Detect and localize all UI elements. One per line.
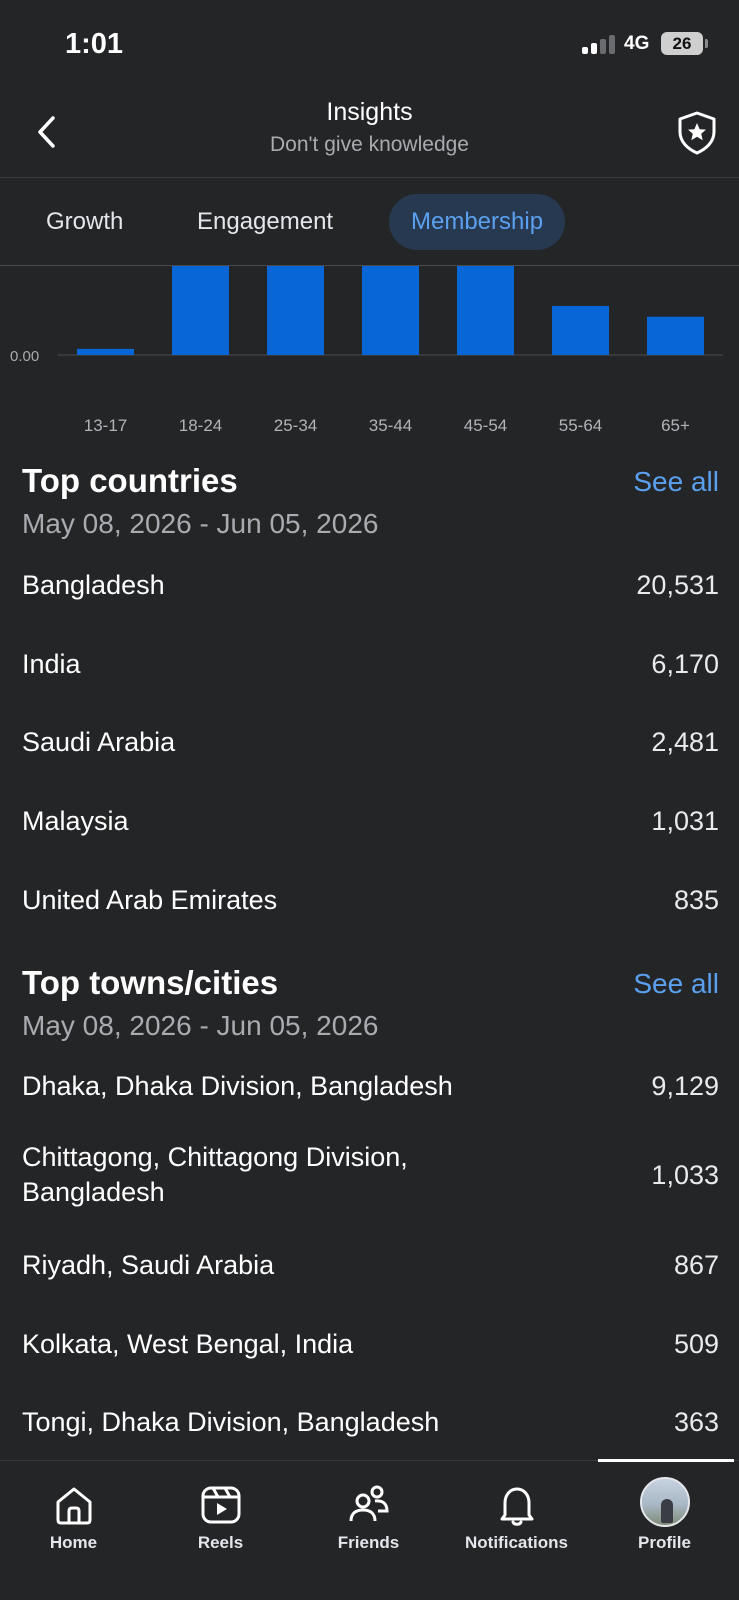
chart-bar-55-64[interactable] (552, 305, 609, 355)
page-header: Insights Don't give knowledge (0, 90, 739, 178)
insights-tabs: Growth Engagement Membership (0, 178, 739, 266)
signal-icon (582, 34, 618, 54)
see-all-cities-link[interactable]: See all (633, 968, 719, 1000)
city-name: Kolkata, West Bengal, India (22, 1329, 354, 1359)
chart-bar-35-44[interactable] (362, 266, 419, 355)
x-tick-label: 45-54 (464, 416, 507, 435)
city-name: Dhaka, Dhaka Division, Bangladesh (22, 1071, 453, 1101)
country-count: 2,481 (651, 727, 719, 757)
section-title: Top towns/cities (22, 964, 279, 1001)
tab-engagement[interactable]: Engagement (175, 194, 355, 250)
x-tick-label: 13-17 (84, 416, 127, 435)
friends-icon (349, 1485, 389, 1522)
city-count: 1,033 (651, 1160, 719, 1190)
bottom-nav: Home Reels Friends Notifications Profile (0, 1459, 739, 1600)
country-name: Bangladesh (22, 570, 165, 600)
y-tick-label: 0.00 (10, 348, 39, 365)
network-type: 4G (624, 33, 650, 54)
date-range: May 08, 2026 - Jun 05, 2026 (22, 508, 379, 539)
nav-label: Friends (337, 1533, 400, 1552)
age-bar-chart: 0.00 13-17 18-24 25-34 35-44 45-54 55-64 65+ (10, 266, 723, 435)
country-count: 20,531 (636, 570, 719, 600)
x-tick-label: 35-44 (369, 416, 412, 435)
country-count: 1,031 (651, 806, 719, 836)
shield-star-icon (678, 111, 716, 155)
city-name: Tongi, Dhaka Division, Bangladesh (22, 1407, 440, 1437)
page-title: Insights (326, 98, 413, 126)
status-time: 1:01 (65, 28, 124, 60)
chart-bar-25-34[interactable] (267, 266, 324, 355)
country-count: 6,170 (651, 649, 719, 679)
chart-bar-18-24[interactable] (172, 266, 229, 355)
status-bar: 1:01 4G 26 (0, 0, 739, 90)
section-title: Top countries (22, 462, 238, 499)
nav-label: Profile (638, 1533, 691, 1552)
nav-friends[interactable]: Friends (295, 1461, 442, 1571)
see-all-countries-link[interactable]: See all (633, 466, 719, 498)
admin-shield-button[interactable] (674, 110, 720, 156)
home-icon (56, 1487, 91, 1525)
nav-profile[interactable]: Profile (591, 1461, 738, 1571)
avatar (639, 1477, 690, 1527)
nav-label: Home (49, 1533, 98, 1552)
tab-growth[interactable]: Growth (24, 194, 145, 250)
x-tick-label: 25-34 (274, 416, 317, 435)
nav-reels[interactable]: Reels (147, 1461, 294, 1571)
date-range: May 08, 2026 - Jun 05, 2026 (22, 1010, 379, 1041)
city-row: Chittagong, Chittagong Division, Banglad… (22, 1140, 719, 1212)
chart-bar-45-54[interactable] (457, 266, 514, 355)
nav-home[interactable]: Home (0, 1461, 147, 1571)
city-count: 867 (673, 1250, 719, 1280)
country-name: United Arab Emirates (22, 885, 278, 915)
top-countries-header: Top countries See all May 08, 2026 - Jun… (22, 462, 719, 542)
tab-membership[interactable]: Membership (389, 194, 566, 250)
country-name: Saudi Arabia (22, 727, 176, 757)
country-name: Malaysia (22, 806, 129, 836)
chart-bar-13-17[interactable] (77, 348, 134, 355)
city-count: 509 (673, 1329, 719, 1359)
battery-tip (705, 39, 708, 48)
city-name: Chittagong, Chittagong Division, Banglad… (22, 1142, 408, 1207)
nav-label: Reels (197, 1533, 244, 1552)
x-tick-label: 18-24 (179, 416, 222, 435)
x-tick-label: 55-64 (559, 416, 602, 435)
battery-icon: 26 (661, 32, 703, 55)
city-count: 9,129 (651, 1071, 719, 1101)
x-tick-label: 65+ (661, 416, 690, 435)
reels-icon (201, 1486, 240, 1524)
nav-notifications[interactable]: Notifications (443, 1461, 590, 1571)
bell-icon (500, 1487, 533, 1526)
age-chart: 0.00 13-17 18-24 25-34 35-44 45-54 55-64 65+ (0, 266, 739, 446)
country-name: India (22, 649, 81, 679)
city-count: 363 (673, 1407, 719, 1437)
chart-bar-65+[interactable] (647, 316, 704, 355)
top-cities-header: Top towns/cities See all May 08, 2026 - … (22, 964, 719, 1044)
nav-label: Notifications (465, 1533, 568, 1552)
city-name: Riyadh, Saudi Arabia (22, 1250, 275, 1280)
country-count: 835 (673, 885, 719, 915)
page-subtitle: Don't give knowledge (270, 133, 469, 156)
